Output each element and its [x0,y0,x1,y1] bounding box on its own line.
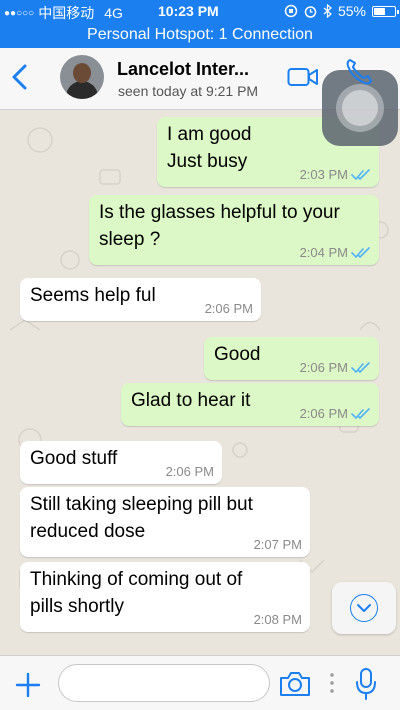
message-input[interactable] [58,664,270,702]
phone-icon[interactable] [343,56,375,88]
chevron-left-icon[interactable] [8,62,32,92]
read-receipt-icon [351,169,370,181]
message-meta: 2:03 PM [300,168,371,182]
contact-name[interactable]: Lancelot Inter... [117,59,249,80]
message-time: 2:06 PM [299,360,348,375]
status-bar: ●●○○○ 中国移动 4G 10:23 PM 55% [0,0,400,22]
alarm-icon [304,5,317,18]
message-meta: 2:08 PM [254,613,302,627]
avatar[interactable] [60,55,104,99]
message-meta: 2:04 PM [300,246,371,260]
microphone-icon[interactable] [355,667,377,701]
status-left: ●●○○○ 中国移动 4G [4,3,123,23]
outgoing-message[interactable]: Good 2:06 PM [204,337,379,380]
battery-percent: 55% [337,3,366,19]
plus-icon[interactable] [14,671,42,699]
bluetooth-icon [323,4,332,18]
camera-icon[interactable] [278,669,312,699]
message-time: 2:06 PM [299,406,348,421]
message-meta: 2:07 PM [254,538,302,552]
chat-area[interactable]: I am good Just busy 2:03 PM Is the glasses… [0,110,400,655]
read-receipt-icon [351,362,370,374]
message-meta: 2:06 PM [300,361,371,375]
chat-header: Lancelot Inter... seen today at 9:21 PM [0,48,400,146]
input-bar [0,655,400,710]
message-time: 2:08 PM [253,612,302,627]
orientation-lock-icon [284,4,298,18]
battery-fill [374,7,385,15]
message-time: 2:06 PM [204,301,253,316]
message-time: 2:06 PM [165,464,214,479]
message-time: 2:04 PM [299,245,348,260]
scroll-to-bottom-button[interactable] [332,582,396,634]
more-options-icon[interactable] [329,671,335,695]
message-meta: 2:06 PM [205,302,253,316]
outgoing-message[interactable]: Glad to hear it 2:06 PM [121,383,379,426]
outgoing-message[interactable]: Is the glasses helpful to your sleep ? 2:… [89,195,379,265]
battery-icon [372,5,399,17]
message-meta: 2:06 PM [166,465,214,479]
status-right: 55% [284,3,399,19]
message-time: 2:07 PM [253,537,302,552]
incoming-message[interactable]: Seems help ful 2:06 PM [20,278,261,321]
status-time: 10:23 PM [158,3,219,19]
carrier-name: 中国移动 [38,5,95,21]
read-receipt-icon [351,408,370,420]
signal-strength: ●●○○○ [4,7,35,19]
message-time: 2:03 PM [299,167,348,182]
video-camera-icon[interactable] [287,66,319,88]
incoming-message[interactable]: Good stuff 2:06 PM [20,441,222,484]
chevron-down-icon [357,604,371,612]
hotspot-banner[interactable]: Personal Hotspot: 1 Connection [0,22,400,48]
incoming-message[interactable]: Still taking sleeping pill but reduced d… [20,487,310,557]
last-seen-status: seen today at 9:21 PM [118,83,259,99]
network-type: 4G [104,5,123,21]
read-receipt-icon [351,247,370,259]
message-meta: 2:06 PM [300,407,371,421]
incoming-message[interactable]: Thinking of coming out of pills shortly 2… [20,562,310,632]
